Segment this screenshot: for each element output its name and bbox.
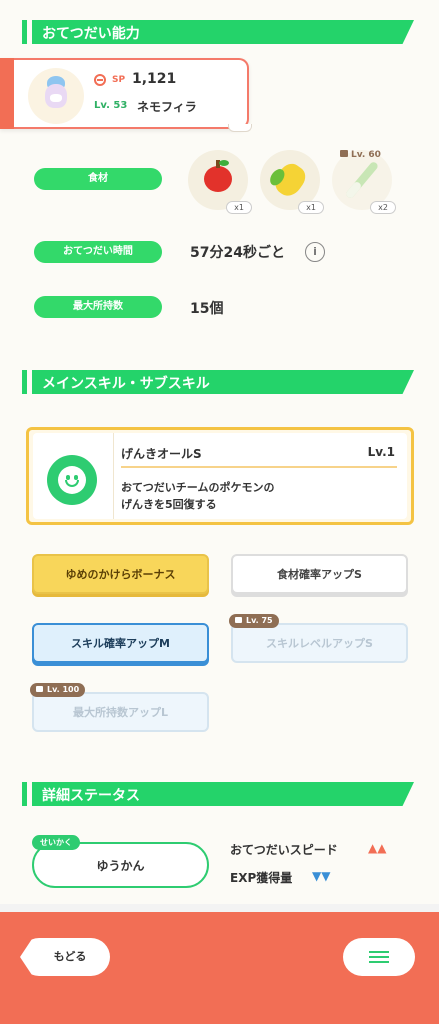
apple-icon xyxy=(204,160,232,192)
section-header-skills: メインスキル・サブスキル xyxy=(22,370,414,394)
menu-button[interactable] xyxy=(343,938,415,976)
section-title: おてつだい能力 xyxy=(42,26,140,42)
pokemon-card[interactable]: SP 1,121 Lv. 53 ネモフィラ xyxy=(0,58,249,129)
lock-badge: Lv. 100 xyxy=(30,683,86,697)
smile-icon xyxy=(47,455,97,505)
back-button[interactable]: もどる xyxy=(20,938,110,976)
pokemon-level: Lv. 53 xyxy=(94,100,128,111)
corn-icon xyxy=(267,159,310,201)
sub-skill-1[interactable]: ゆめのかけらボーナス xyxy=(32,554,209,594)
max-carry-label: 最大所持数 xyxy=(34,296,162,318)
pokemon-name: ネモフィラ xyxy=(137,100,197,114)
ingredients-label: 食材 xyxy=(34,168,162,190)
skill-underline xyxy=(121,466,397,468)
main-skill-desc-2: げんきを5回復する xyxy=(121,498,217,511)
ingredient-qty: x2 xyxy=(370,201,396,214)
card-tab xyxy=(228,124,252,132)
main-skill-name: げんきオールS xyxy=(121,447,202,461)
lock-badge: Lv. 75 xyxy=(229,614,279,628)
leek-icon xyxy=(344,160,380,200)
section-header-help-ability: おてつだい能力 xyxy=(22,20,414,44)
main-skill-desc-1: おてつだいチームのポケモンの xyxy=(121,481,275,494)
sub-skill-4[interactable]: スキルレベルアップS xyxy=(231,623,408,663)
sp-icon xyxy=(94,74,106,86)
pokemon-avatar xyxy=(28,68,84,124)
section-title: 詳細ステータス xyxy=(42,788,140,804)
section-header-status: 詳細ステータス xyxy=(22,782,414,806)
sub-skill-3[interactable]: スキル確率アップM xyxy=(32,623,209,663)
help-time-label: おてつだい時間 xyxy=(34,241,162,263)
ingredient-qty: x1 xyxy=(298,201,324,214)
main-skill-level: Lv.1 xyxy=(367,445,395,459)
main-skill-card[interactable]: げんきオールS Lv.1 おてつだいチームのポケモンの げんきを5回復する xyxy=(26,427,414,525)
sp-label: SP xyxy=(112,75,126,85)
lock-badge: Lv. 60 xyxy=(336,148,385,162)
nature-tag: せいかく xyxy=(32,835,80,850)
lock-level: Lv. 60 xyxy=(351,150,381,160)
section-title: メインスキル・サブスキル xyxy=(42,376,210,392)
stat-down-label: EXP獲得量 xyxy=(230,871,293,885)
lock-icon xyxy=(235,617,242,623)
nature-value: ゆうかん xyxy=(96,859,145,873)
skill-divider xyxy=(113,433,114,519)
sub-skill-2[interactable]: 食材確率アップS xyxy=(231,554,408,594)
sub-skill-5[interactable]: 最大所持数アップL xyxy=(32,692,209,732)
lock-level: Lv. 75 xyxy=(246,616,273,625)
info-icon[interactable]: i xyxy=(305,242,325,262)
lock-level: Lv. 100 xyxy=(47,685,80,694)
stat-up-arrows: ▲▲ xyxy=(368,841,387,855)
lock-icon xyxy=(340,150,348,157)
stat-down-arrows: ▼▼ xyxy=(312,869,331,883)
footer-bar: もどる xyxy=(0,912,439,1024)
stat-up-label: おてつだいスピード xyxy=(230,843,338,857)
help-time-value: 57分24秒ごと xyxy=(190,245,285,261)
max-carry-value: 15個 xyxy=(190,301,224,317)
sp-value: 1,121 xyxy=(132,71,177,87)
lock-icon xyxy=(36,686,43,692)
ingredient-qty: x1 xyxy=(226,201,252,214)
